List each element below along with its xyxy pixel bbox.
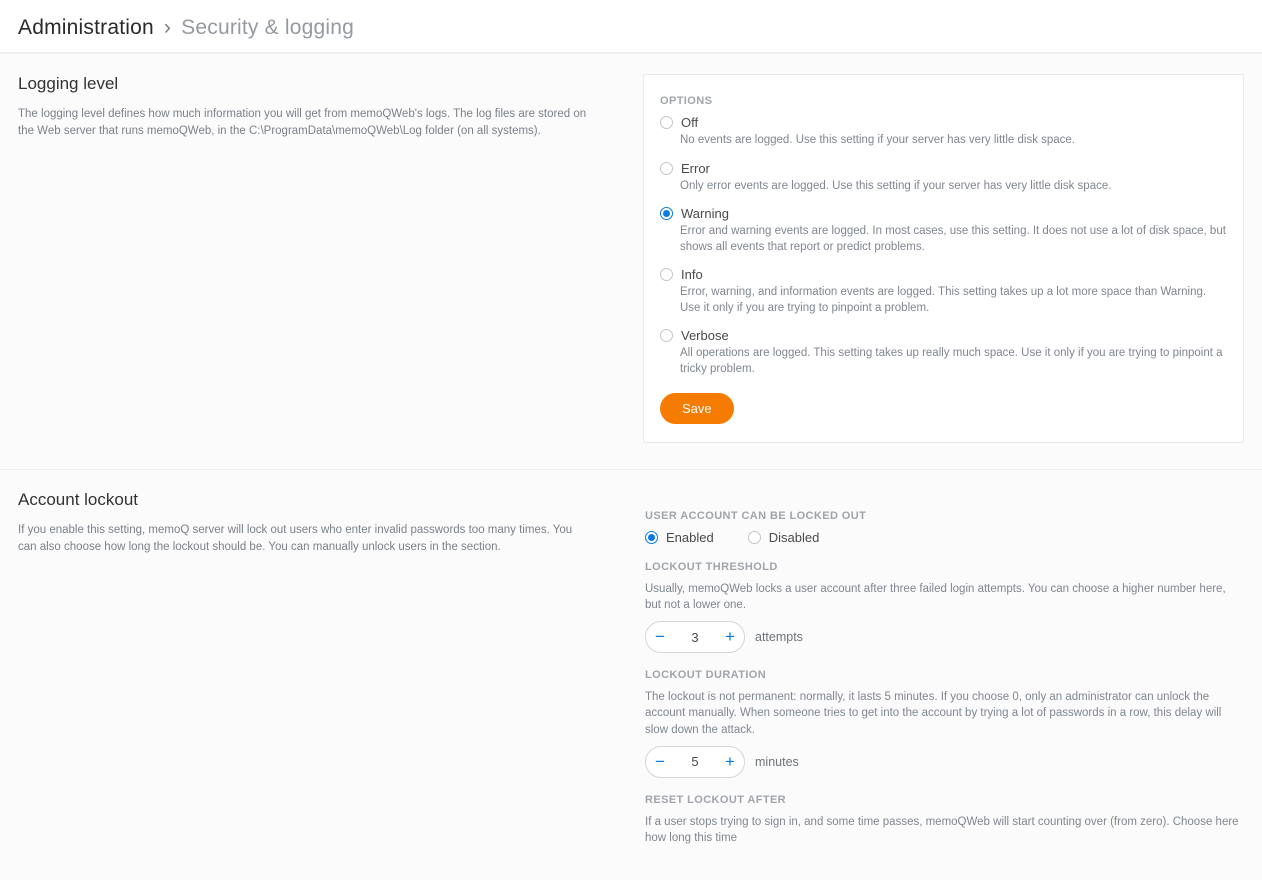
radio-verbose-desc: All operations are logged. This setting … bbox=[680, 346, 1227, 377]
radio-verbose-label[interactable]: Verbose bbox=[681, 328, 729, 343]
section-account-lockout: Account lockout If you enable this setti… bbox=[0, 469, 1262, 880]
duration-value: 5 bbox=[674, 754, 716, 769]
minus-icon[interactable]: − bbox=[646, 747, 674, 777]
threshold-unit: attempts bbox=[755, 630, 803, 644]
duration-unit: minutes bbox=[755, 755, 799, 769]
logging-option-verbose[interactable]: Verbose All operations are logged. This … bbox=[660, 328, 1227, 377]
plus-icon[interactable]: + bbox=[716, 622, 744, 652]
threshold-label: LOCKOUT THRESHOLD bbox=[645, 561, 1242, 573]
logging-option-error[interactable]: Error Only error events are logged. Use … bbox=[660, 161, 1227, 195]
page-header: Administration › Security & logging bbox=[0, 0, 1262, 53]
logging-option-info[interactable]: Info Error, warning, and information eve… bbox=[660, 267, 1227, 316]
radio-enabled[interactable] bbox=[645, 531, 658, 544]
section-logging-level: Logging level The logging level defines … bbox=[0, 53, 1262, 469]
radio-off[interactable] bbox=[660, 116, 673, 129]
logging-option-off[interactable]: Off No events are logged. Use this setti… bbox=[660, 115, 1227, 149]
section-left: Account lockout If you enable this setti… bbox=[18, 490, 603, 854]
duration-label: LOCKOUT DURATION bbox=[645, 669, 1242, 681]
radio-error-desc: Only error events are logged. Use this s… bbox=[680, 179, 1227, 195]
reset-label: RESET LOCKOUT AFTER bbox=[645, 794, 1242, 806]
radio-error[interactable] bbox=[660, 162, 673, 175]
radio-off-desc: No events are logged. Use this setting i… bbox=[680, 133, 1227, 149]
threshold-stepper-row: − 3 + attempts bbox=[645, 621, 1242, 653]
duration-stepper-row: − 5 + minutes bbox=[645, 746, 1242, 778]
section-title: Account lockout bbox=[18, 490, 593, 510]
radio-info-desc: Error, warning, and information events a… bbox=[680, 285, 1227, 316]
breadcrumb-current: Security & logging bbox=[181, 16, 354, 39]
lockout-enable-label: USER ACCOUNT CAN BE LOCKED OUT bbox=[645, 510, 1242, 522]
logging-options-panel: OPTIONS Off No events are logged. Use th… bbox=[643, 74, 1244, 443]
lockout-panel: USER ACCOUNT CAN BE LOCKED OUT Enabled D… bbox=[643, 490, 1244, 854]
radio-info-label[interactable]: Info bbox=[681, 267, 703, 282]
radio-off-label[interactable]: Off bbox=[681, 115, 698, 130]
threshold-stepper[interactable]: − 3 + bbox=[645, 621, 745, 653]
radio-warning-label[interactable]: Warning bbox=[681, 206, 729, 221]
radio-error-label[interactable]: Error bbox=[681, 161, 710, 176]
section-description: If you enable this setting, memoQ server… bbox=[18, 522, 593, 555]
breadcrumb-root[interactable]: Administration bbox=[18, 16, 154, 39]
save-button[interactable]: Save bbox=[660, 393, 734, 424]
radio-warning[interactable] bbox=[660, 207, 673, 220]
section-left: Logging level The logging level defines … bbox=[18, 74, 603, 443]
breadcrumb: Administration › Security & logging bbox=[18, 16, 1244, 40]
radio-verbose[interactable] bbox=[660, 329, 673, 342]
reset-desc: If a user stops trying to sign in, and s… bbox=[645, 814, 1242, 846]
lockout-disabled-option[interactable]: Disabled bbox=[748, 530, 820, 545]
lockout-enable-group: Enabled Disabled bbox=[645, 530, 1242, 545]
threshold-value: 3 bbox=[674, 630, 716, 645]
section-title: Logging level bbox=[18, 74, 593, 94]
threshold-desc: Usually, memoQWeb locks a user account a… bbox=[645, 581, 1242, 613]
radio-info[interactable] bbox=[660, 268, 673, 281]
radio-disabled[interactable] bbox=[748, 531, 761, 544]
radio-disabled-label[interactable]: Disabled bbox=[769, 530, 820, 545]
section-description: The logging level defines how much infor… bbox=[18, 106, 593, 139]
minus-icon[interactable]: − bbox=[646, 622, 674, 652]
duration-desc: The lockout is not permanent: normally, … bbox=[645, 689, 1242, 737]
chevron-right-icon: › bbox=[164, 16, 171, 39]
options-group-label: OPTIONS bbox=[660, 95, 1227, 107]
plus-icon[interactable]: + bbox=[716, 747, 744, 777]
logging-option-warning[interactable]: Warning Error and warning events are log… bbox=[660, 206, 1227, 255]
radio-enabled-label[interactable]: Enabled bbox=[666, 530, 714, 545]
radio-warning-desc: Error and warning events are logged. In … bbox=[680, 224, 1227, 255]
duration-stepper[interactable]: − 5 + bbox=[645, 746, 745, 778]
lockout-enabled-option[interactable]: Enabled bbox=[645, 530, 714, 545]
